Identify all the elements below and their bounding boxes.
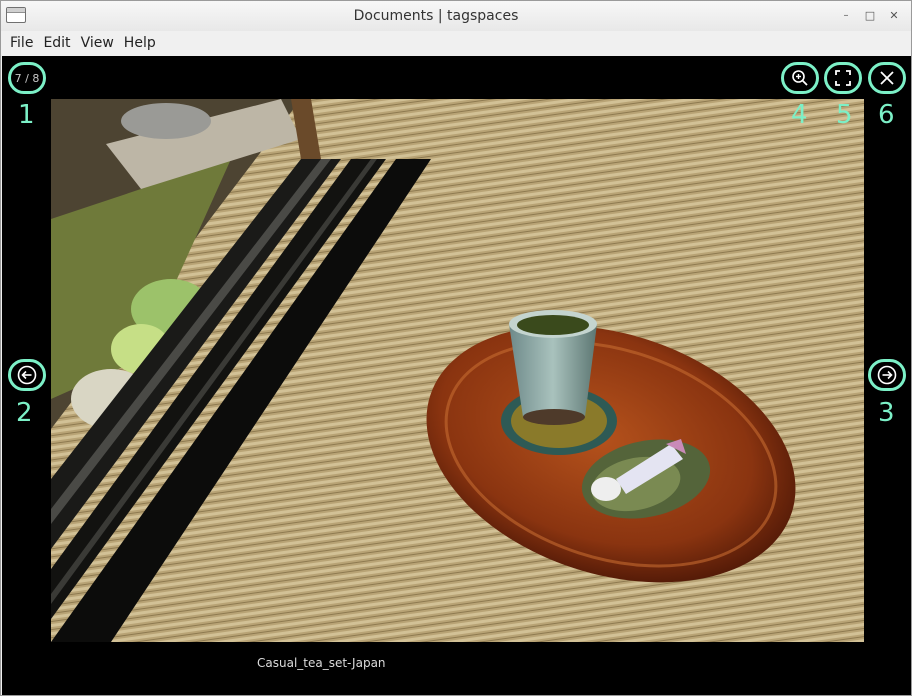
minimize-button[interactable]: – [835,6,857,26]
arrow-left-icon [17,365,37,385]
annotation-3: 3 [878,398,895,428]
app-window: Documents | tagspaces – □ ✕ File Edit Vi… [0,0,912,696]
close-icon [880,71,894,85]
annotation-2: 2 [16,398,33,428]
menu-view[interactable]: View [76,31,119,55]
annotation-4: 4 [791,100,808,130]
image-counter-badge: 7 / 8 [8,62,46,94]
image-viewer: 7 / 8 1 4 5 6 2 3 Casual_tea_set-Japan [2,56,911,695]
menu-edit[interactable]: Edit [38,31,75,55]
window-controls: – □ ✕ [835,6,905,26]
fullscreen-icon [835,70,851,86]
menu-help[interactable]: Help [119,31,161,55]
previous-image-button[interactable] [8,359,46,391]
close-viewer-button[interactable] [868,62,906,94]
menu-file[interactable]: File [5,31,38,55]
image-caption: Casual_tea_set-Japan [257,656,386,670]
title-bar: Documents | tagspaces – □ ✕ [1,1,911,31]
annotation-1: 1 [18,100,35,130]
maximize-button[interactable]: □ [859,6,881,26]
photo [51,99,864,642]
menu-bar: File Edit View Help [1,31,911,55]
annotation-5: 5 [836,100,853,130]
next-image-button[interactable] [868,359,906,391]
zoom-in-icon [792,70,808,86]
close-window-button[interactable]: ✕ [883,6,905,26]
arrow-right-icon [877,365,897,385]
annotation-6: 6 [878,100,895,130]
photo-image [51,99,864,642]
window-title: Documents | tagspaces [353,8,519,24]
zoom-button[interactable] [781,62,819,94]
image-counter: 7 / 8 [14,71,40,85]
fullscreen-button[interactable] [824,62,862,94]
